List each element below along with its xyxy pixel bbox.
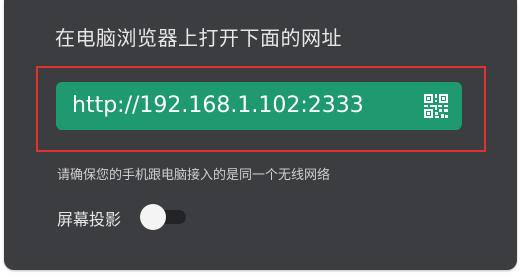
url-bar[interactable]: http://192.168.1.102:2333 — [56, 82, 462, 130]
screen-projection-toggle[interactable] — [140, 204, 186, 230]
toggle-knob — [140, 204, 166, 230]
qr-code-icon[interactable] — [424, 94, 448, 118]
dialog-title: 在电脑浏览器上打开下面的网址 — [55, 26, 342, 50]
network-hint: 请确保您的手机跟电脑接入的是同一个无线网络 — [57, 168, 331, 183]
screen-projection-label: 屏幕投影 — [57, 210, 122, 229]
url-text[interactable]: http://192.168.1.102:2333 — [72, 93, 364, 118]
connect-dialog: 在电脑浏览器上打开下面的网址 http://192.168.1.102:2333 — [4, 0, 517, 270]
